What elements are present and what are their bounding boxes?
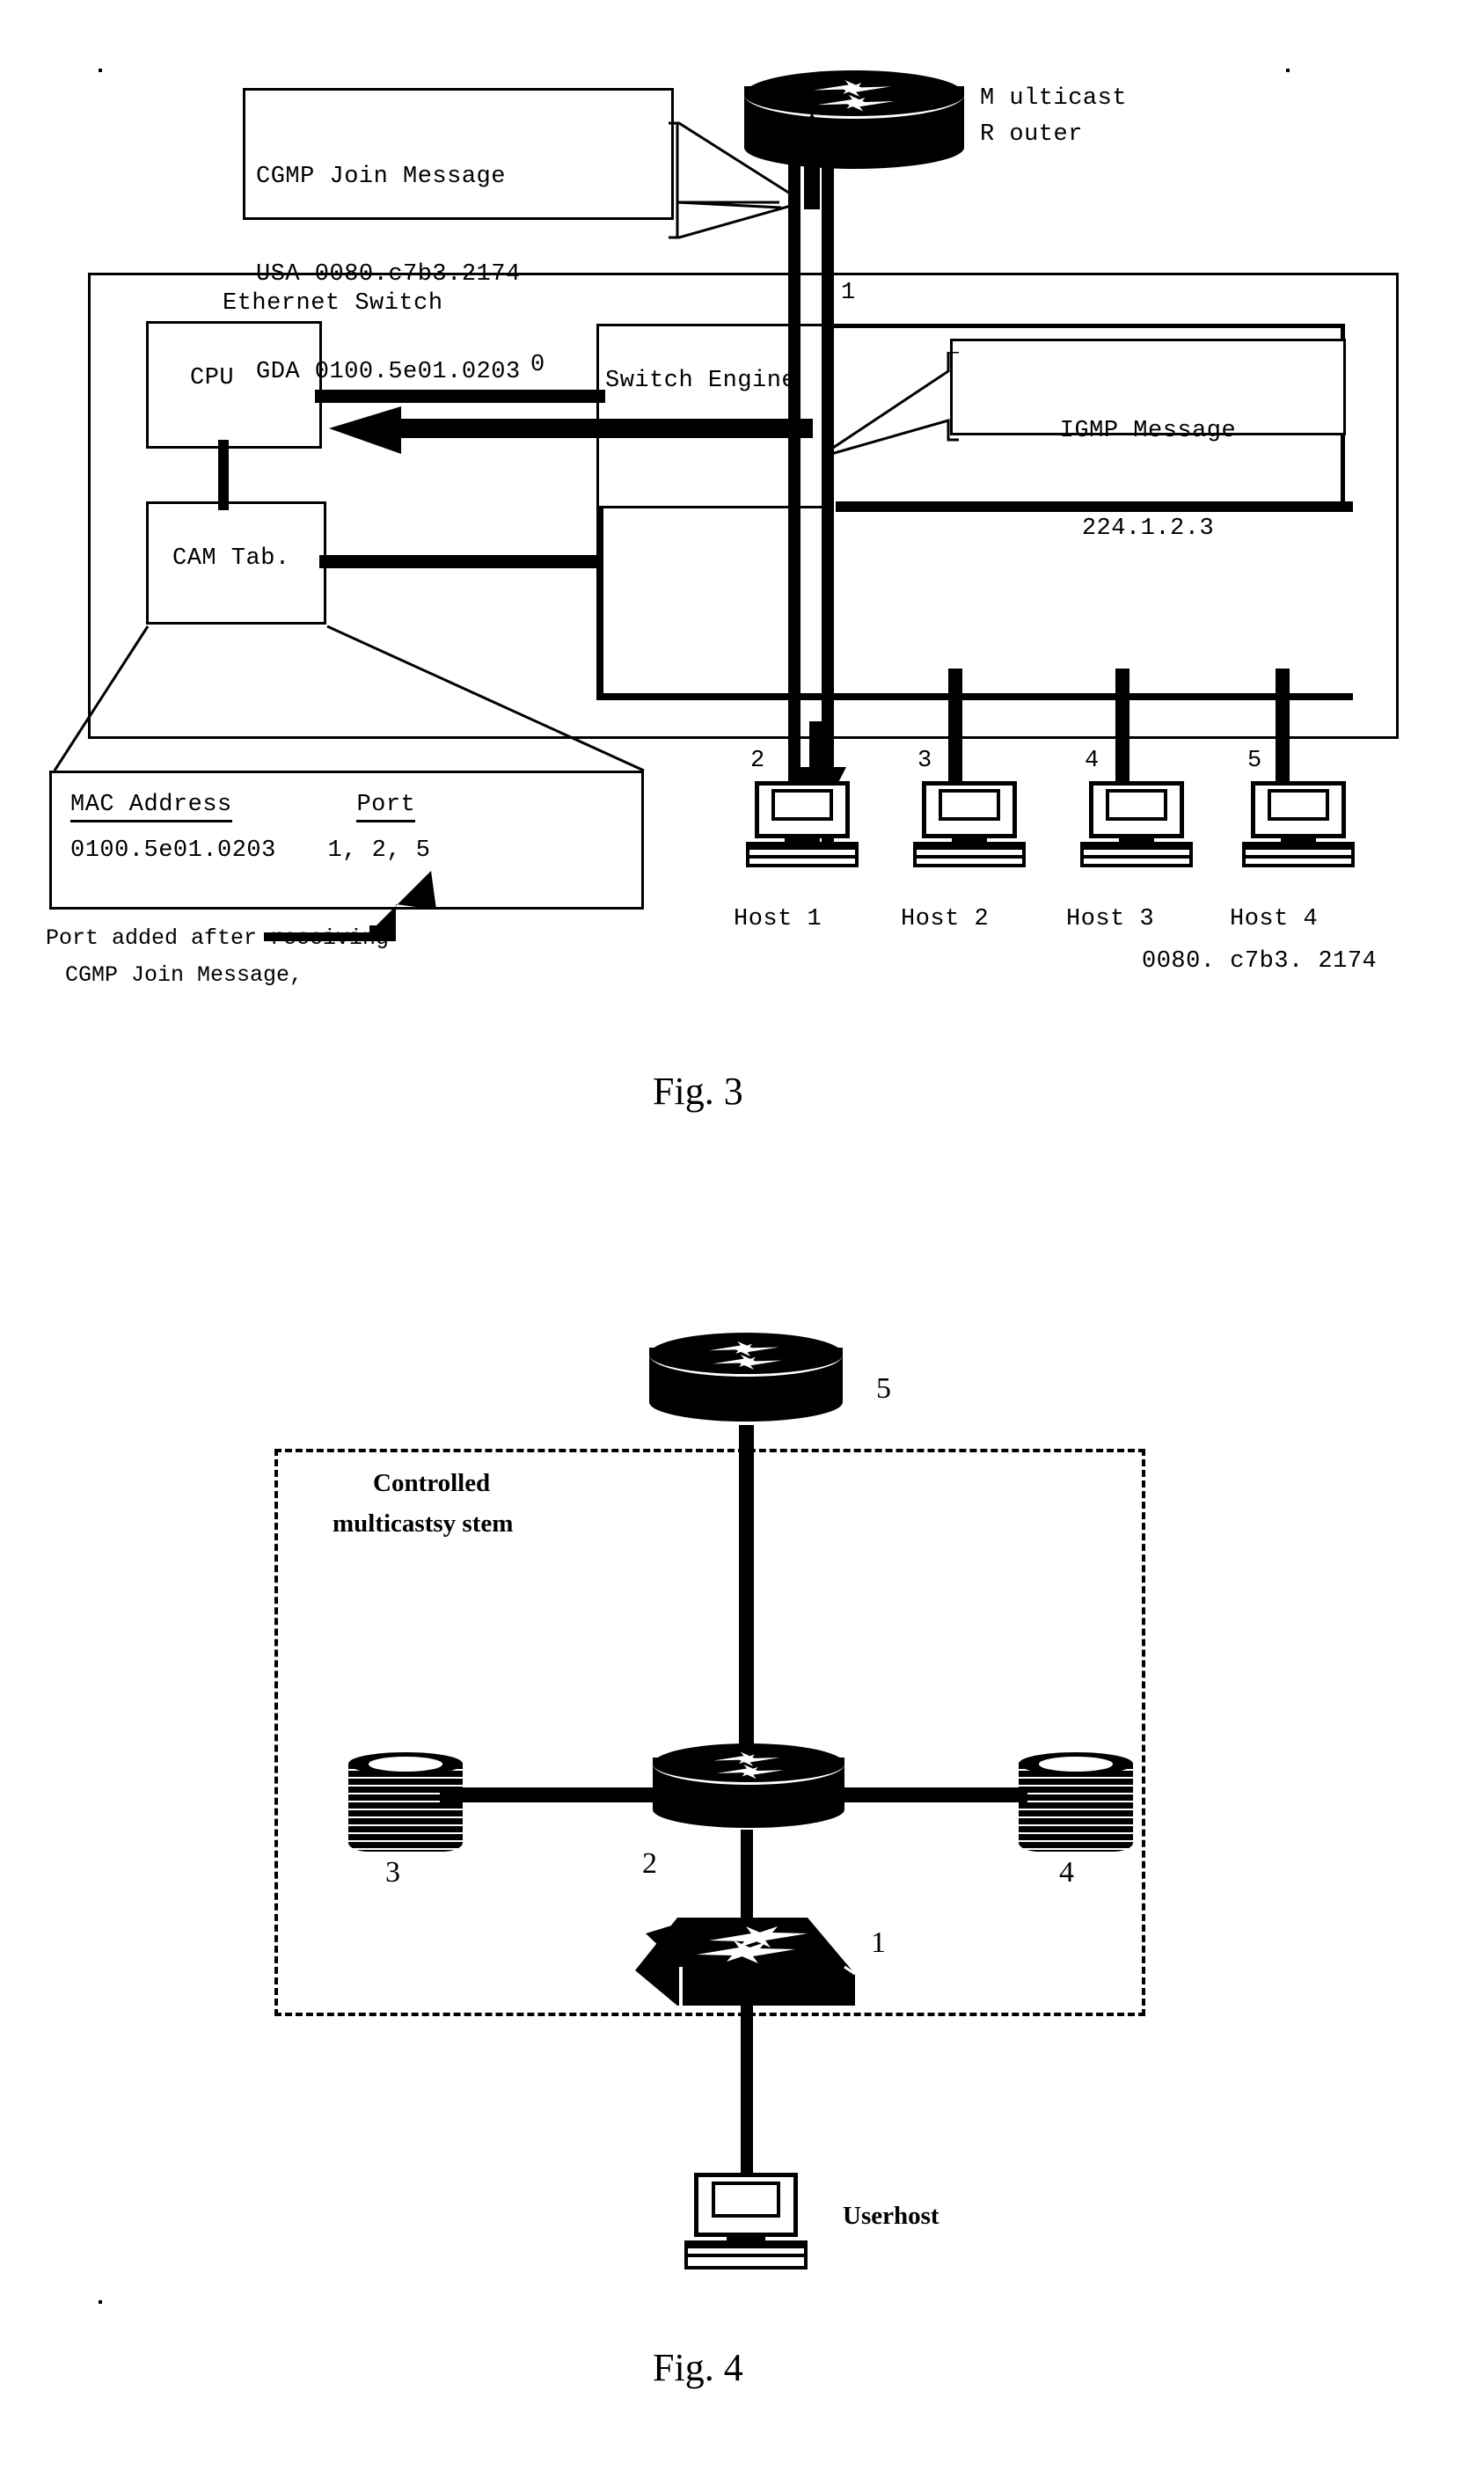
host-monitor-screen <box>1267 789 1330 822</box>
fig4-node-5-label: 5 <box>876 1372 891 1405</box>
host-monitor-outer <box>1251 781 1346 838</box>
router-arrows-glyph <box>814 79 895 112</box>
host-base <box>746 841 859 867</box>
host4-port-label: 5 <box>1247 748 1262 774</box>
multicast-router-icon <box>744 70 964 185</box>
cam-detail-row-mac: 0100.5e01.0203 <box>70 837 276 864</box>
page-speck <box>99 2300 102 2304</box>
igmp-leader-lines <box>824 352 959 457</box>
drum-body <box>348 1763 463 1852</box>
figure-4-caption: Fig. 4 <box>653 2346 743 2389</box>
port-added-annotation: Port added after receiving CGMP Join Mes… <box>46 920 389 994</box>
fig4-node-4-label: 4 <box>1059 1856 1074 1889</box>
router-label-line2: R outer <box>980 121 1083 148</box>
patent-figure-page: CGMP Join Message USA 0080.c7b3.2174 GDA… <box>0 0 1484 2485</box>
ethernet-switch-title: Ethernet Switch <box>223 290 443 317</box>
cam-table-label: CAM Tab. <box>172 545 290 572</box>
fig4-node-3-label: 3 <box>385 1856 400 1889</box>
port1-label: 1 <box>841 280 856 306</box>
cgmp-to-cpu-arrow <box>329 406 813 454</box>
host-3-icon <box>1080 781 1193 867</box>
host-base <box>1080 841 1193 867</box>
host-monitor-outer <box>922 781 1017 838</box>
port0-bus <box>315 390 605 403</box>
cpu-label: CPU <box>190 365 235 391</box>
cam-bus-connector <box>319 555 601 568</box>
host-1-icon <box>746 781 859 867</box>
host-4-mac: 0080. c7b3. 2174 <box>1142 948 1378 975</box>
host-base <box>1242 841 1355 867</box>
port0-label: 0 <box>530 352 545 378</box>
host-3-name: Host 3 <box>1066 906 1155 932</box>
uplink-up-arrow <box>792 113 832 209</box>
fig4-userhost-icon <box>684 2173 808 2269</box>
drum-top-hole <box>369 1756 442 1772</box>
port-added-line1: Port added after receiving <box>46 925 390 951</box>
multicast-router-label: M ulticast R outer <box>980 81 1127 153</box>
host2-port-label: 3 <box>917 748 932 774</box>
fig4-link-drum3-router2 <box>440 1787 665 1802</box>
cam-detail-header-mac: MAC Address <box>70 792 232 822</box>
cgmp-callout-line1: CGMP Join Message <box>256 164 506 190</box>
port-added-line2: CGMP Join Message, <box>65 962 303 988</box>
host-monitor-screen <box>1105 789 1168 822</box>
router-arrows-glyph <box>709 1341 783 1370</box>
drum-top-hole <box>1039 1756 1113 1772</box>
host-monitor-screen <box>938 789 1001 822</box>
figure-3-caption: Fig. 3 <box>653 1070 743 1113</box>
controlled-multicast-system-label: Controlled multicastsy stem <box>333 1463 513 1544</box>
switch-inner-top-rail <box>825 324 1344 328</box>
host-base <box>913 841 1026 867</box>
host1-port-label: 2 <box>750 748 765 774</box>
host-4-icon <box>1242 781 1355 867</box>
fig4-link-router2-drum4 <box>832 1787 1027 1802</box>
host-2-icon <box>913 781 1026 867</box>
fig4-right-drum-icon <box>1019 1752 1133 1858</box>
system-label-line1: Controlled <box>373 1469 491 1497</box>
fig4-node-2-label: 2 <box>642 1847 657 1880</box>
host-monitor-outer <box>1089 781 1184 838</box>
host-4-name: Host 4 <box>1230 906 1319 932</box>
cam-detail-header: MAC Address Port <box>70 792 633 822</box>
cam-detail-row: 0100.5e01.0203 1, 2, 5 <box>70 837 633 864</box>
host3-port-label: 4 <box>1085 748 1100 774</box>
cam-detail-header-port: Port <box>356 792 416 822</box>
host-monitor-screen <box>771 789 834 822</box>
cgmp-join-callout: CGMP Join Message USA 0080.c7b3.2174 GDA… <box>243 88 674 385</box>
router-arrows-glyph <box>713 1751 784 1779</box>
figure-3: CGMP Join Message USA 0080.c7b3.2174 GDA… <box>0 0 1484 1161</box>
router-label-line1: M ulticast <box>980 85 1128 112</box>
igmp-callout-line1: IGMP Message <box>1059 418 1237 444</box>
page-speck <box>99 69 102 72</box>
host-1-name: Host 1 <box>734 906 822 932</box>
host-monitor-screen <box>712 2182 780 2218</box>
fig4-left-drum-icon <box>348 1752 463 1858</box>
cam-detail-row-port: 1, 2, 5 <box>327 837 431 864</box>
fig4-center-router-icon <box>653 1743 844 1842</box>
host-monitor-outer <box>755 781 850 838</box>
fig4-lan-switch-glyph <box>635 1918 855 2006</box>
page-speck <box>1286 69 1290 72</box>
host-monitor-outer <box>694 2173 798 2237</box>
cam-detail-leader <box>53 625 645 772</box>
cpu-cam-connector <box>218 440 229 510</box>
igmp-message-callout: IGMP Message 224.1.2.3 <box>950 339 1346 542</box>
igmp-callout-line2: 224.1.2.3 <box>1081 515 1215 542</box>
fig4-userhost-label: Userhost <box>843 2202 939 2230</box>
fig4-top-router-icon <box>649 1333 843 1436</box>
drum-body <box>1019 1763 1133 1852</box>
fig4-node-1-label: 1 <box>871 1926 886 1959</box>
figure-4: 5 Controlled multicastsy stem 2 3 4 1 Us… <box>0 1249 1484 2485</box>
host-base <box>684 2240 808 2269</box>
system-label-line2: multicastsy stem <box>333 1509 514 1538</box>
host-2-name: Host 2 <box>901 906 990 932</box>
switch-engine-label: Switch Engine <box>605 368 797 394</box>
